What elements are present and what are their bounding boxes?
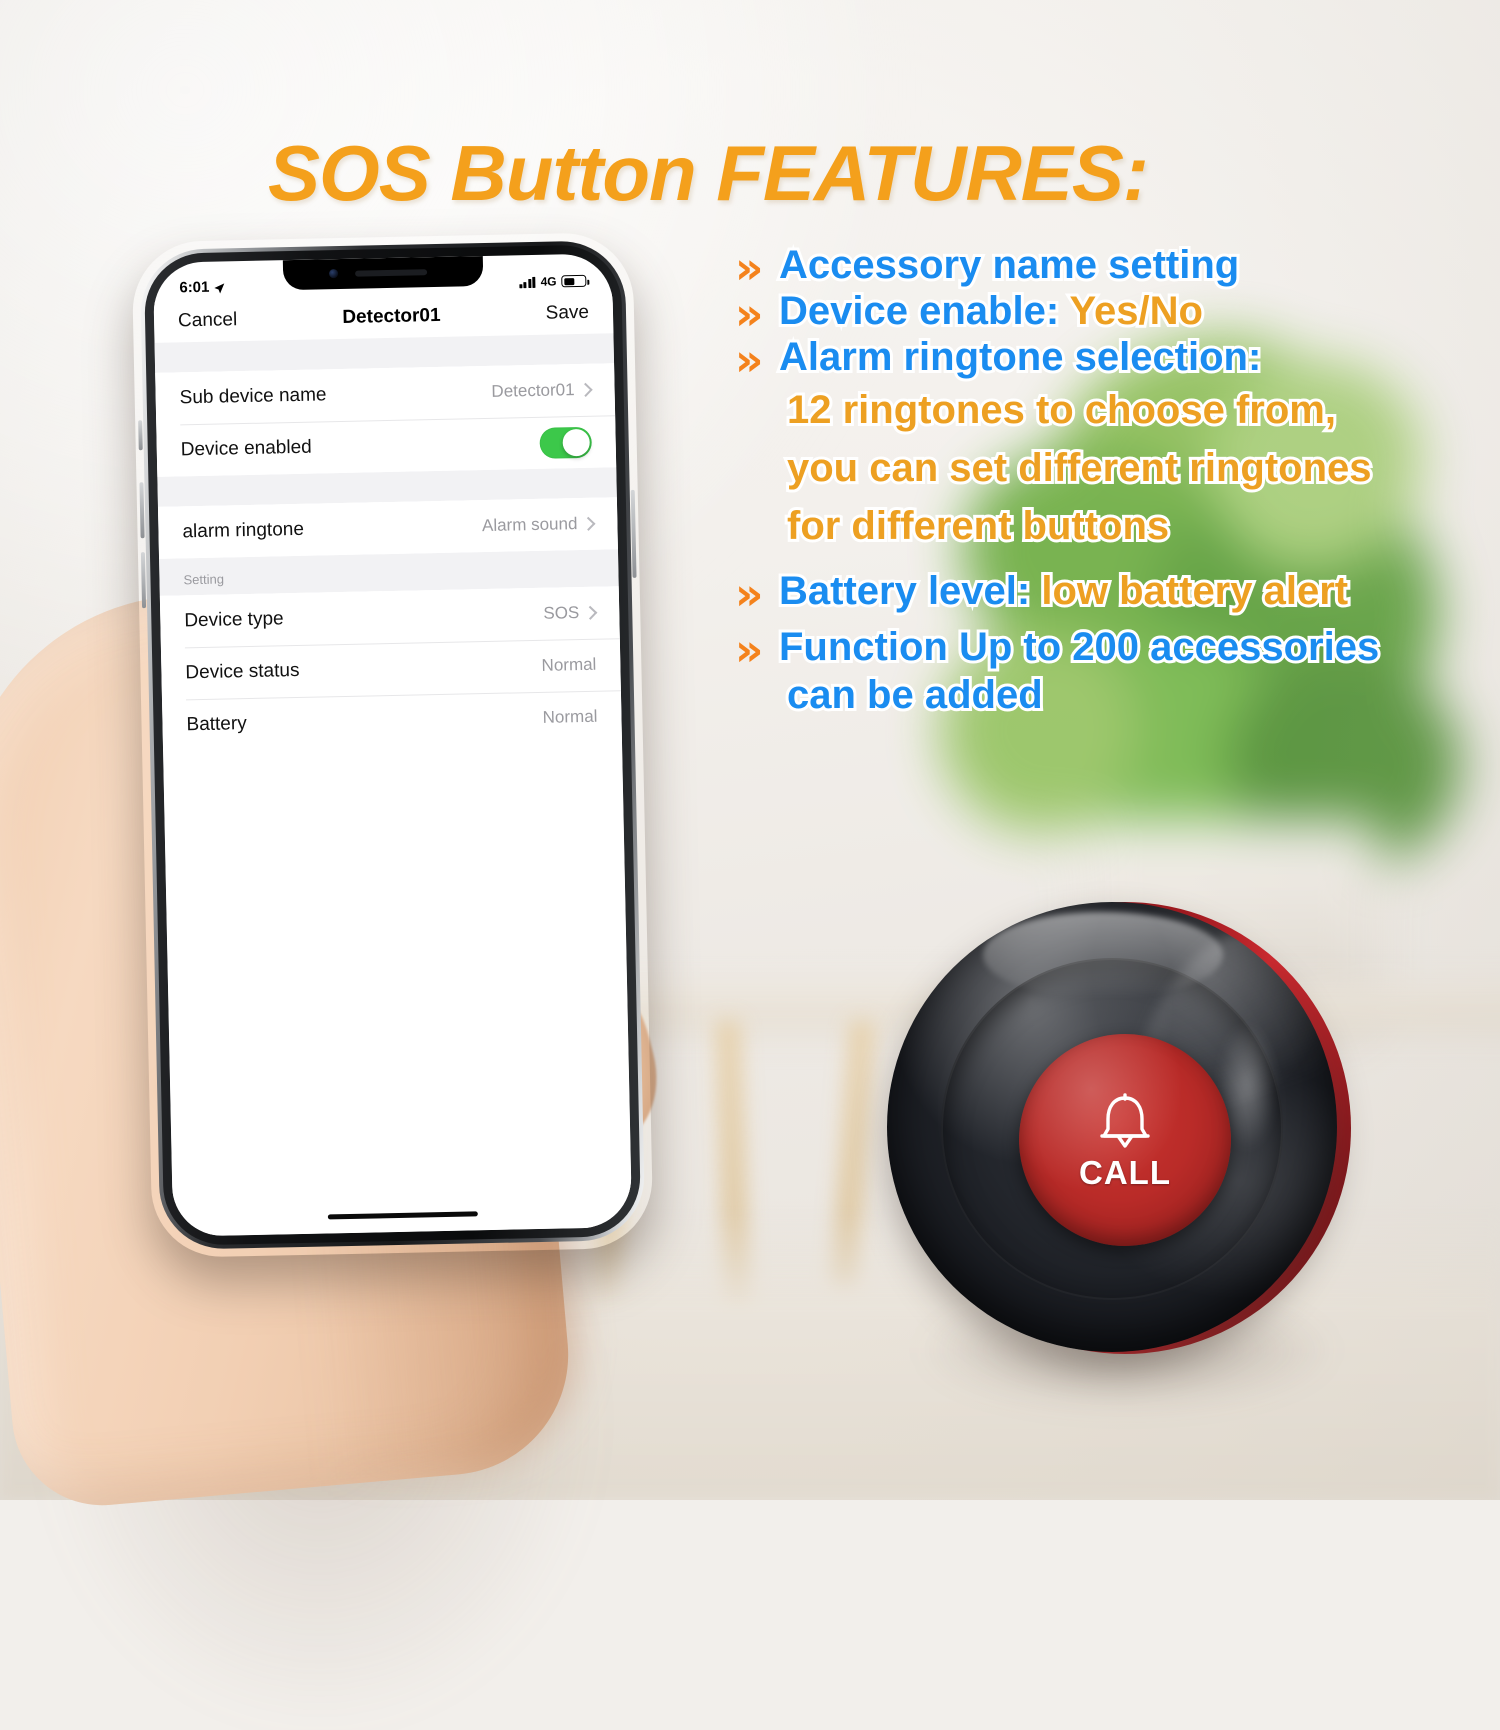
- smartphone: 6:01 4G Cancel Detector01 Save Sub devic…: [138, 240, 646, 1250]
- row-alarm-ringtone[interactable]: alarm ringtone Alarm sound: [157, 497, 618, 559]
- feature-item-accessory-name: » Accessory name setting: [735, 240, 1490, 294]
- row-label: Device type: [184, 608, 284, 632]
- page-headline: SOS Button FEATURES:: [268, 129, 1149, 217]
- location-arrow-icon: [213, 281, 225, 294]
- feature-item-function-capacity: » Function Up to 200 accessories: [735, 622, 1490, 676]
- row-label: Sub device name: [179, 384, 327, 409]
- row-value: Detector01: [491, 380, 593, 402]
- features-list: » Accessory name setting » Device enable…: [735, 240, 1490, 720]
- feature-subtext-ringtone-3: for different buttons: [784, 501, 1172, 551]
- row-label: Device status: [185, 659, 300, 684]
- chevron-right-icon: [581, 516, 596, 531]
- row-battery: Battery Normal: [162, 690, 622, 752]
- settings-group-device: Sub device name Detector01 Device enable…: [155, 363, 617, 477]
- row-value-text: Normal: [542, 706, 598, 727]
- list-empty-area: [163, 742, 633, 1237]
- feature-text-lead: Device enable:: [776, 286, 1070, 336]
- row-label: alarm ringtone: [182, 518, 305, 543]
- row-value-text: SOS: [543, 603, 580, 623]
- row-device-type[interactable]: Device type SOS: [159, 586, 620, 648]
- feature-text-accent: Yes/No: [1067, 286, 1206, 336]
- feature-text: Alarm ringtone selection:: [776, 332, 1264, 382]
- feature-item-alarm-ringtone: » Alarm ringtone selection:: [735, 332, 1490, 386]
- feature-item-battery-level: » Battery level: low battery alert: [735, 566, 1490, 620]
- status-bar-right: 4G: [519, 274, 587, 289]
- call-label: CALL: [1079, 1153, 1171, 1191]
- feature-subtext-function: can be added: [784, 670, 1046, 720]
- double-chevron-icon: »: [735, 569, 764, 620]
- signal-bars-icon: [519, 276, 536, 288]
- feature-text-accent: low battery alert: [1038, 566, 1351, 616]
- feature-subtext-ringtone-2: you can set different ringtones: [784, 443, 1375, 493]
- settings-group-setting: Device type SOS Device status Normal Bat…: [159, 586, 622, 752]
- device-enabled-toggle[interactable]: [539, 426, 593, 459]
- row-value-text: Detector01: [491, 380, 575, 401]
- double-chevron-icon: »: [735, 243, 764, 294]
- row-value-text: Normal: [541, 654, 597, 675]
- settings-group-ringtone: alarm ringtone Alarm sound: [157, 497, 618, 559]
- mute-switch[interactable]: [138, 420, 143, 451]
- row-device-status: Device status Normal: [160, 638, 621, 700]
- feature-text: Battery level: low battery alert: [776, 566, 1351, 616]
- status-time: 6:01: [179, 278, 210, 297]
- chevron-right-icon: [583, 605, 598, 620]
- feature-text-lead: Battery level:: [776, 566, 1042, 616]
- feature-text: Device enable: Yes/No: [776, 286, 1206, 336]
- feature-subtext-ringtone-1: 12 ringtones to choose from,: [784, 385, 1339, 435]
- toggle-knob: [562, 428, 590, 456]
- row-sub-device-name[interactable]: Sub device name Detector01: [155, 363, 616, 425]
- phone-screen: 6:01 4G Cancel Detector01 Save Sub devic…: [152, 253, 633, 1237]
- double-chevron-icon: »: [735, 625, 764, 676]
- row-value-text: Alarm sound: [481, 514, 578, 536]
- row-device-enabled[interactable]: Device enabled: [156, 415, 617, 477]
- save-button[interactable]: Save: [545, 302, 589, 325]
- row-value: SOS: [543, 603, 598, 624]
- bell-icon: [1092, 1092, 1158, 1154]
- feature-text: Function Up to 200 accessories: [776, 622, 1382, 672]
- feature-item-device-enable: » Device enable: Yes/No: [735, 286, 1490, 340]
- network-type-label: 4G: [540, 274, 557, 289]
- double-chevron-icon: »: [735, 289, 764, 340]
- row-value: Alarm sound: [481, 514, 596, 536]
- battery-icon: [561, 274, 587, 288]
- chevron-right-icon: [578, 382, 593, 397]
- status-bar-left: 6:01: [179, 278, 225, 296]
- call-button[interactable]: CALL: [1019, 1034, 1231, 1246]
- app-screen: 6:01 4G Cancel Detector01 Save Sub devic…: [153, 253, 633, 1237]
- feature-text: Accessory name setting: [776, 240, 1242, 290]
- row-label: Device enabled: [180, 436, 312, 461]
- cancel-button[interactable]: Cancel: [178, 309, 238, 332]
- sos-call-button-device: CALL: [875, 890, 1375, 1410]
- page-title: Detector01: [342, 304, 441, 328]
- row-label: Battery: [186, 713, 247, 736]
- double-chevron-icon: »: [735, 335, 764, 386]
